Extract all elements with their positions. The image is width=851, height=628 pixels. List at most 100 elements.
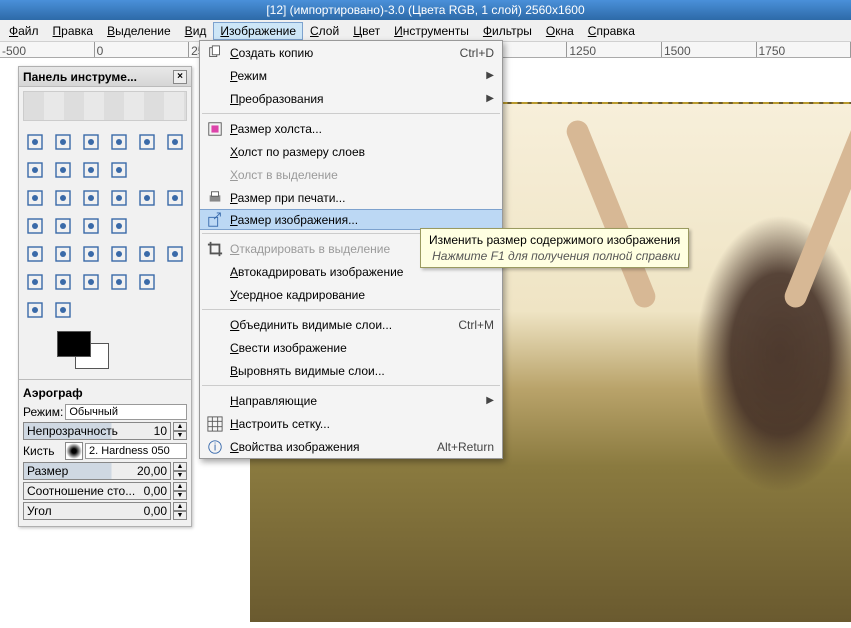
ruler-tick: 0 (95, 42, 190, 57)
brush-select[interactable] (85, 443, 187, 459)
menu-item-свести-изображение[interactable]: Свести изображение (200, 336, 502, 359)
ratio-stepper[interactable]: ▲▼ (173, 482, 187, 500)
tool-slot (162, 157, 188, 183)
paths-tool[interactable] (50, 157, 76, 183)
menu-окна[interactable]: Окна (539, 22, 581, 40)
menu-separator (202, 309, 500, 310)
menu-item-label: Размер холста... (230, 122, 322, 136)
perspective-tool[interactable] (50, 213, 76, 239)
size-label: Размер (27, 464, 68, 478)
menu-item-свойства-изображения[interactable]: iСвойства изображенияAlt+Return (200, 435, 502, 458)
menu-изображение[interactable]: Изображение (213, 22, 303, 40)
ratio-value: 0,00 (144, 484, 167, 498)
text-tool[interactable] (22, 241, 48, 267)
toolbox-title: Панель инструме... × (19, 67, 191, 87)
ruler-tick: 1250 (567, 42, 662, 57)
ruler-tick: -500 (0, 42, 95, 57)
opacity-value: 10 (154, 424, 167, 438)
clone-tool[interactable] (50, 269, 76, 295)
cage-tool[interactable] (106, 213, 132, 239)
menu-separator (202, 385, 500, 386)
scissors-tool[interactable] (162, 129, 188, 155)
flip-tool[interactable] (78, 213, 104, 239)
tooltip: Изменить размер содержимого изображения … (420, 228, 689, 268)
menu-separator (202, 113, 500, 114)
menu-item-холст-в-выделение: Холст в выделение (200, 163, 502, 186)
color-sel-tool[interactable] (134, 129, 160, 155)
menu-item-режим[interactable]: Режим▶ (200, 64, 502, 87)
menu-item-label: Свойства изображения (230, 440, 360, 454)
foreground-tool[interactable] (22, 157, 48, 183)
menu-item-объединить-видимые-слои-[interactable]: Объединить видимые слои...Ctrl+M (200, 313, 502, 336)
menu-shortcut: Ctrl+M (444, 318, 494, 332)
brush-preview-icon[interactable] (65, 442, 83, 460)
menu-item-label: Направляющие (230, 394, 317, 408)
tool-slot (162, 213, 188, 239)
crop-icon (206, 240, 224, 258)
menu-файл[interactable]: Файл (2, 22, 46, 40)
menu-item-холст-по-размеру-слоев[interactable]: Холст по размеру слоев (200, 140, 502, 163)
menubar: ФайлПравкаВыделениеВидИзображениеСлойЦве… (0, 20, 851, 42)
ruler-tick: 1750 (757, 42, 851, 57)
rotate-tool[interactable] (134, 185, 160, 211)
menu-цвет[interactable]: Цвет (346, 22, 387, 40)
menu-item-усердное-кадрирование[interactable]: Усердное кадрирование (200, 283, 502, 306)
menu-инструменты[interactable]: Инструменты (387, 22, 476, 40)
menu-item-размер-изображения-[interactable]: Размер изображения... (200, 209, 502, 230)
size-slider[interactable]: Размер 20,00 (23, 462, 171, 480)
opacity-stepper[interactable]: ▲▼ (173, 422, 187, 440)
blend-tool[interactable] (78, 241, 104, 267)
angle-stepper[interactable]: ▲▼ (173, 502, 187, 520)
toolbox-close-button[interactable]: × (173, 70, 187, 84)
measure-tool[interactable] (22, 185, 48, 211)
size-stepper[interactable]: ▲▼ (173, 462, 187, 480)
rect-sel-tool[interactable] (22, 129, 48, 155)
menu-item-выровнять-видимые-слои-[interactable]: Выровнять видимые слои... (200, 359, 502, 382)
toolbox-title-label: Панель инструме... (23, 70, 137, 84)
tooltip-line1: Изменить размер содержимого изображения (429, 233, 680, 247)
pencil-tool[interactable] (106, 241, 132, 267)
move-tool[interactable] (50, 185, 76, 211)
menu-справка[interactable]: Справка (581, 22, 642, 40)
color-swatches[interactable] (27, 331, 183, 375)
free-sel-tool[interactable] (78, 129, 104, 155)
opacity-slider[interactable]: Непрозрачность 10 (23, 422, 171, 440)
picker-tool[interactable] (78, 157, 104, 183)
airbrush-tool[interactable] (162, 241, 188, 267)
mode-select[interactable] (65, 404, 187, 420)
menu-item-размер-холста-[interactable]: Размер холста... (200, 117, 502, 140)
menu-item-размер-при-печати-[interactable]: Размер при печати... (200, 186, 502, 209)
smudge-tool[interactable] (106, 269, 132, 295)
zoom-tool[interactable] (106, 157, 132, 183)
align-tool[interactable] (78, 185, 104, 211)
bucket-tool[interactable] (50, 241, 76, 267)
menu-item-label: Режим (230, 69, 267, 83)
ratio-label: Соотношение сто... (27, 484, 135, 498)
angle-value: 0,00 (144, 504, 167, 518)
mask-tool[interactable] (50, 297, 76, 323)
angle-slider[interactable]: Угол 0,00 (23, 502, 171, 520)
menu-item-направляющие[interactable]: Направляющие▶ (200, 389, 502, 412)
menu-вид[interactable]: Вид (178, 22, 214, 40)
menu-слой[interactable]: Слой (303, 22, 346, 40)
ellipse-sel-tool[interactable] (50, 129, 76, 155)
menu-правка[interactable]: Правка (46, 22, 101, 40)
tool-grid (19, 125, 191, 327)
menu-item-label: Автокадрировать изображение (230, 265, 403, 279)
brush-tool[interactable] (134, 241, 160, 267)
fuzzy-sel-tool[interactable] (106, 129, 132, 155)
scale-tool[interactable] (162, 185, 188, 211)
dodge-tool[interactable] (134, 269, 160, 295)
menu-item-настроить-сетку-[interactable]: Настроить сетку... (200, 412, 502, 435)
eraser-tool[interactable] (22, 269, 48, 295)
fg-color-swatch[interactable] (57, 331, 91, 357)
ratio-slider[interactable]: Соотношение сто... 0,00 (23, 482, 171, 500)
ink-tool[interactable] (22, 297, 48, 323)
menu-item-преобразования[interactable]: Преобразования▶ (200, 87, 502, 110)
crop-tool[interactable] (106, 185, 132, 211)
menu-выделение[interactable]: Выделение (100, 22, 178, 40)
heal-tool[interactable] (78, 269, 104, 295)
shear-tool[interactable] (22, 213, 48, 239)
menu-фильтры[interactable]: Фильтры (476, 22, 539, 40)
menu-item-создать-копию[interactable]: Создать копиюCtrl+D (200, 41, 502, 64)
